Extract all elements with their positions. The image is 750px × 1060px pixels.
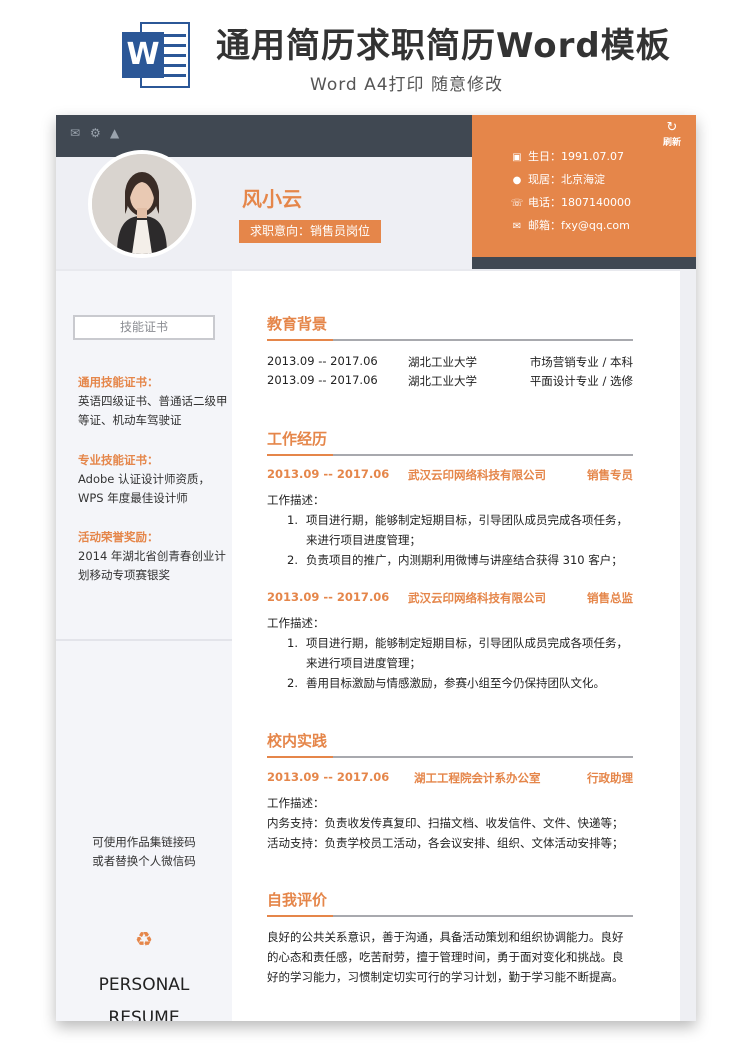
work-title: 工作经历 [267, 430, 328, 448]
skill-section-title: 技能证书 [73, 315, 215, 340]
contact-phone: ☏ 电话：1807140000 [510, 196, 631, 209]
header-icons: ✉ ⚙ ▲ [70, 127, 122, 139]
banner-title: 通用简历求职简历Word模板 [216, 26, 671, 66]
self-eval-title: 自我评价 [267, 891, 328, 909]
job-intent-badge: 求职意向：销售员岗位 [239, 220, 381, 243]
job-desc-item: 负责项目的推广，内测期利用微博与讲座结合获得 310 客户； [306, 553, 623, 567]
phone-icon: ☏ [510, 198, 524, 209]
job-desc-item: 项目进行期，能够制定短期目标，引导团队成员完成各项任务， [306, 636, 628, 650]
word-icon: W [122, 22, 190, 88]
general-skills: 通用技能证书： 英语四级证书、普通话二级甲等证、机动车驾驶证 [78, 375, 228, 427]
job-desc-item: 项目进行期，能够制定短期目标，引导团队成员完成各项任务， [306, 513, 628, 527]
contact-birthday: ▣ 生日：1991.07.07 [510, 148, 624, 164]
job-desc-label: 工作描述： [267, 493, 325, 507]
campus-desc-label: 工作描述： [267, 796, 325, 810]
envelope-icon[interactable]: ✉ [70, 127, 82, 139]
self-eval-line: 良好的公共关系意识，善于沟通，具备活动策划和组织协调能力。良好 [267, 930, 624, 944]
self-eval-line: 好的学习能力，习惯制定切实可行的学习计划，勤于学习能不断提高。 [267, 970, 624, 984]
campus-line: 活动支持：负责学校员工活动，各会议安排、组织、文体活动安排等； [267, 836, 624, 850]
refresh-button[interactable]: ↻ 刷新 [652, 120, 692, 149]
resume-page: ✉ ⚙ ▲ 风小云 求职意向：销售员岗位 ↻ 刷新 ▣ 生日：1991.07.07… [56, 115, 696, 1021]
contact-email: ✉ 邮箱：fxy@qq.com [510, 217, 630, 233]
contact-panel-footer [472, 257, 696, 269]
candidate-name: 风小云 [242, 187, 302, 211]
self-eval-line: 的心态和责任感，吃苦耐劳，擅于管理时间，勇于面对变化和挑战。良 [267, 950, 624, 964]
calendar-icon: ▣ [512, 152, 522, 163]
word-icon-letter: W [122, 32, 164, 78]
refresh-icon: ↻ [666, 120, 678, 135]
right-scroll-strip [680, 269, 696, 1021]
mail-icon: ✉ [512, 221, 522, 232]
gear-icon[interactable]: ⚙ [90, 127, 102, 139]
campus-line: 内务支持：负责收发传真复印、扫描文档、收发信件、文件、快递等； [267, 816, 624, 830]
template-banner: W 通用简历求职简历Word模板 Word A4打印 随意修改 [0, 0, 750, 110]
person-icon: ● [512, 175, 522, 186]
campus-title: 校内实践 [267, 732, 328, 750]
refresh-label: 刷新 [662, 138, 681, 148]
graduation-cap-icon[interactable]: ▲ [110, 127, 122, 139]
qr-note: 可使用作品集链接码 或者替换个人微信码 [92, 835, 196, 868]
personal-resume-label: PERSONAL RESUME [98, 975, 190, 1021]
job-desc-item: 善用目标激励与情感激励，参赛小组至今仍保持团队文化。 [306, 676, 605, 690]
avatar [88, 150, 196, 258]
banner-subtitle: Word A4打印 随意修改 [310, 75, 503, 95]
contact-location: ● 现居：北京海淀 [510, 171, 605, 187]
professional-skills: 专业技能证书： Adobe 认证设计师资质，WPS 年度最佳设计师 [78, 453, 211, 505]
job-desc-label: 工作描述： [267, 616, 325, 630]
awards: 活动荣誉奖励： 2014 年湖北省创青春创业计划移动专项赛银奖 [78, 530, 226, 582]
education-title: 教育背景 [267, 315, 328, 333]
recycle-icon: ♻ [135, 927, 153, 951]
